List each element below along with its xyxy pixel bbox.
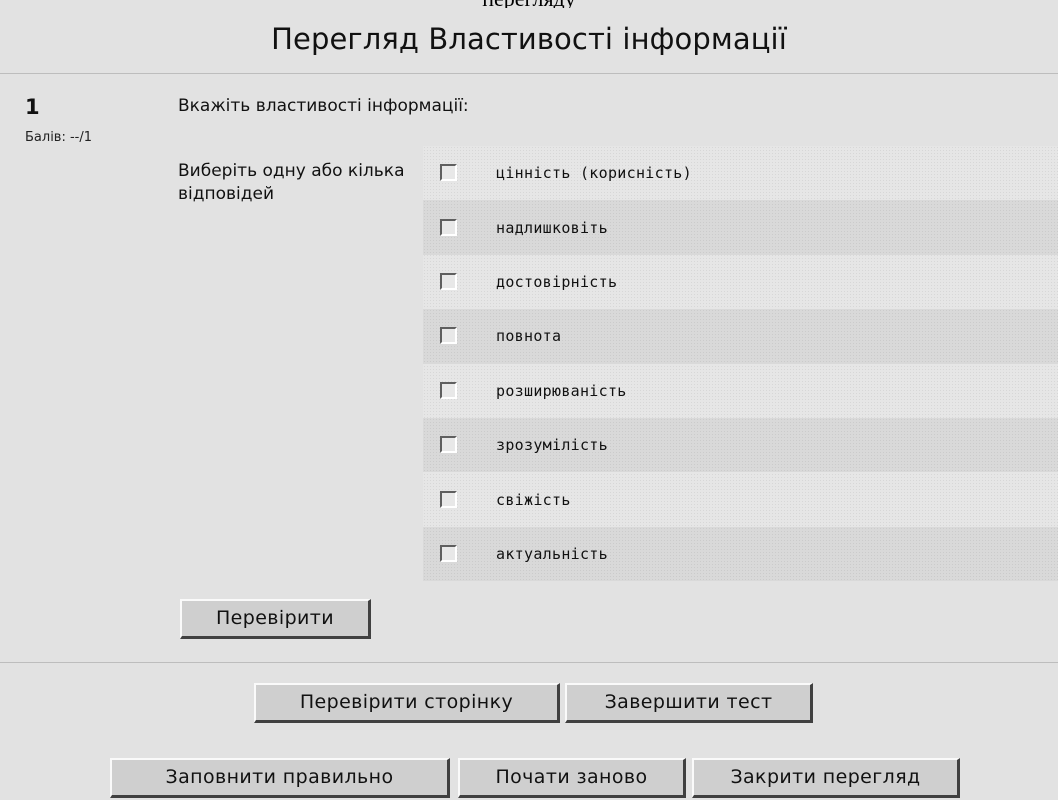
answer-prompt: Виберіть одну або кілька відповідей xyxy=(178,161,405,204)
answer-option[interactable]: надлишковіть xyxy=(423,200,1058,255)
answer-checkbox[interactable] xyxy=(440,381,457,399)
page-title: Перегляд Властивості інформації xyxy=(271,22,787,56)
answer-option-label[interactable]: цінність (корисність) xyxy=(496,164,692,182)
window-caption-fragment: перегляду xyxy=(0,0,1058,8)
check-button[interactable]: Перевірити xyxy=(180,599,371,639)
restart-button[interactable]: Почати заново xyxy=(458,758,686,798)
answer-option[interactable]: актуальність xyxy=(423,526,1058,582)
check-page-button[interactable]: Перевірити сторінку xyxy=(254,683,560,723)
answer-options: цінність (корисність) надлишковіть досто… xyxy=(423,146,1058,582)
question-text: Вкажіть властивості інформації: xyxy=(178,96,469,116)
divider xyxy=(0,73,1058,74)
answer-option-label[interactable]: свіжість xyxy=(496,491,571,509)
close-preview-button[interactable]: Закрити перегляд xyxy=(692,758,960,798)
divider xyxy=(0,662,1058,663)
answer-checkbox[interactable] xyxy=(440,544,457,562)
answer-option[interactable]: розширюваність xyxy=(423,364,1058,418)
answer-option-label[interactable]: розширюваність xyxy=(496,382,627,400)
question-number: 1 xyxy=(25,95,40,119)
finish-test-button[interactable]: Завершити тест xyxy=(565,683,813,723)
quiz-preview-page: перегляду Перегляд Властивості інформаці… xyxy=(0,0,1058,800)
fill-correct-button[interactable]: Заповнити правильно xyxy=(110,758,450,798)
answer-checkbox[interactable] xyxy=(440,218,457,236)
answer-option[interactable]: свіжість xyxy=(423,472,1058,526)
answer-option-label[interactable]: актуальність xyxy=(496,545,608,563)
answer-option-label[interactable]: надлишковіть xyxy=(496,219,608,237)
question-score: Балів: --/1 xyxy=(25,130,93,145)
answer-checkbox[interactable] xyxy=(440,164,457,182)
answer-checkbox[interactable] xyxy=(440,272,457,290)
answer-option-label[interactable]: зрозумілість xyxy=(496,436,608,454)
answer-checkbox[interactable] xyxy=(440,436,457,454)
answer-option[interactable]: цінність (корисність) xyxy=(423,146,1058,200)
answer-option[interactable]: повнота xyxy=(423,309,1058,364)
answer-checkbox[interactable] xyxy=(440,327,457,345)
answer-option[interactable]: достовірність xyxy=(423,255,1058,309)
answer-checkbox[interactable] xyxy=(440,490,457,508)
answer-option-label[interactable]: достовірність xyxy=(496,273,617,291)
answer-option[interactable]: зрозумілість xyxy=(423,417,1058,473)
answer-option-label[interactable]: повнота xyxy=(496,327,561,345)
